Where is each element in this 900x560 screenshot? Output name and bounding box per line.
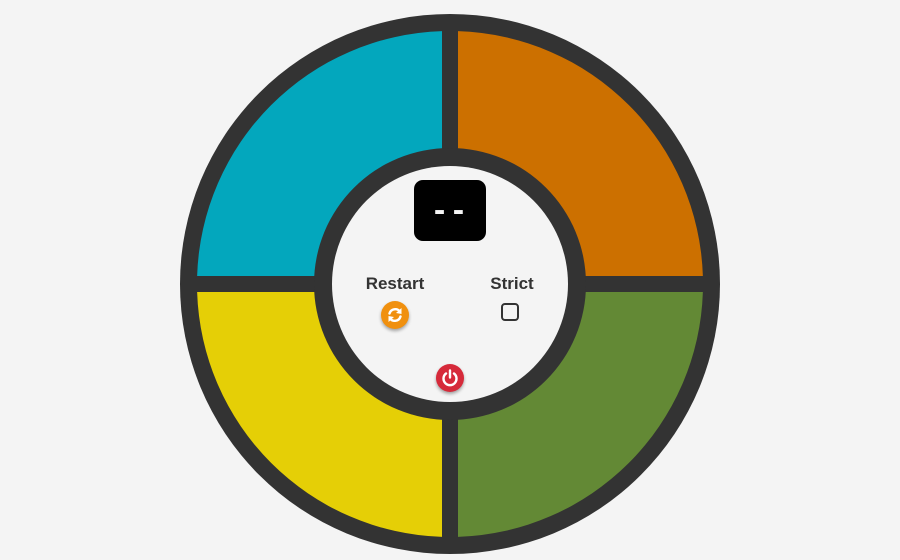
strict-label: Strict: [490, 274, 534, 293]
power-icon: [442, 369, 458, 387]
refresh-icon: [388, 307, 402, 323]
restart-button[interactable]: [381, 301, 409, 329]
power-button[interactable]: [436, 364, 464, 392]
game-board: [180, 14, 720, 554]
restart-label: Restart: [365, 274, 425, 293]
strict-checkbox[interactable]: [501, 303, 519, 321]
simon-game: -- Restart Strict: [0, 0, 900, 560]
count-display: --: [414, 180, 486, 241]
